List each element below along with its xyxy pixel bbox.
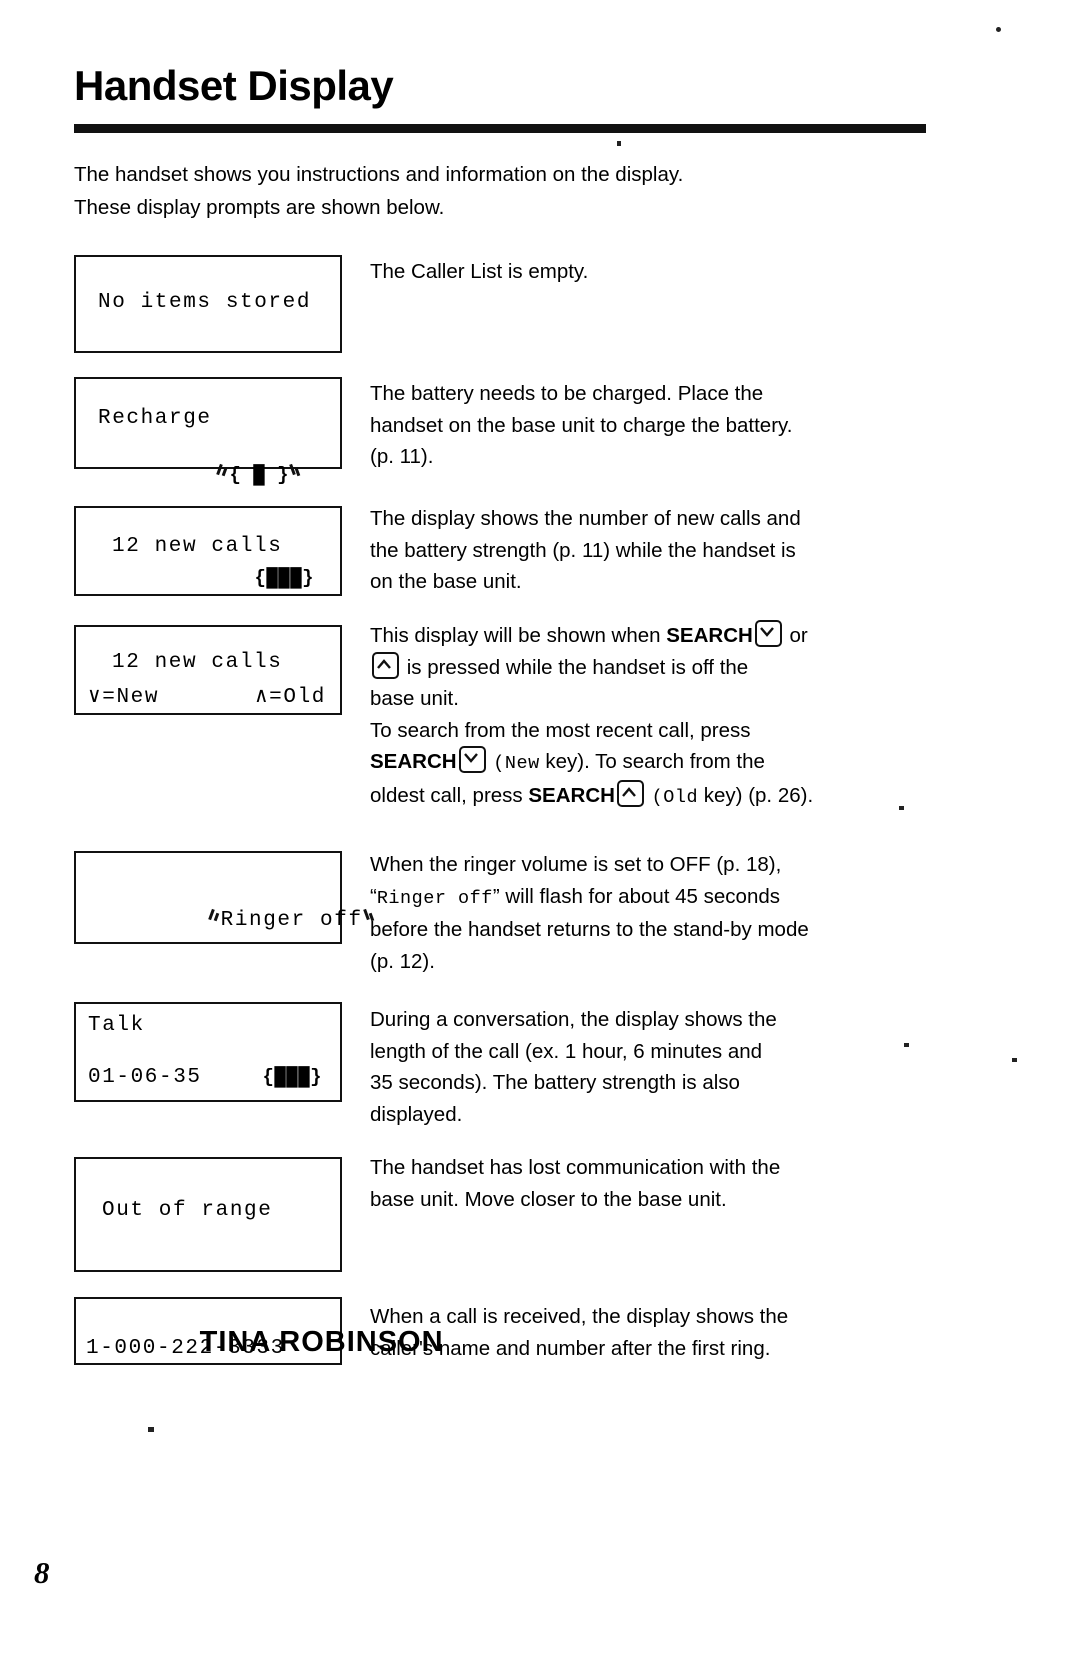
description-line: length of the call (ex. 1 hour, 6 minute… xyxy=(370,1039,763,1063)
prompt-description-new-calls-on-base: The display shows the number of new call… xyxy=(370,503,970,598)
scan-speck xyxy=(1012,1058,1017,1062)
lcd-display-new-calls-on-base: 12 new calls {███} xyxy=(74,506,342,596)
lcd-display-caller-id: TINA ROBINSON 1-000-222-3333 xyxy=(74,1297,443,1365)
lcd-soft-key-old: ∧=Old xyxy=(254,686,326,709)
flash-tick-right-icon xyxy=(289,463,302,479)
down-chevron-key-icon xyxy=(458,746,486,773)
up-chevron-key-icon xyxy=(616,779,644,807)
prompt-description-caller-id: When a call is received, the display sho… xyxy=(370,1301,970,1364)
description-text: “ xyxy=(370,884,377,908)
description-line: During a conversation, the display shows… xyxy=(370,1008,777,1031)
prompt-description-no-items-stored: The Caller List is empty. xyxy=(370,256,970,288)
description-line: (p. 11). xyxy=(370,445,434,468)
intro-line-1: The handset shows you instructions and i… xyxy=(74,163,684,186)
description-line: When the ringer volume is set to OFF (p.… xyxy=(370,853,782,876)
lcd-line-secondary: 01-06-35 {███} xyxy=(76,1066,340,1089)
description-line: The display shows the number of new call… xyxy=(370,507,801,530)
description-line: caller's name and number after the first… xyxy=(370,1336,771,1360)
description-text: oldest call, press xyxy=(370,783,529,807)
description-line: on the base unit. xyxy=(370,570,522,593)
scan-speck xyxy=(148,1427,154,1432)
lcd-battery-indicator-flashing: { █ } xyxy=(76,441,340,510)
prompt-description-recharge: The battery needs to be charged. Place t… xyxy=(370,378,970,473)
description-line: displayed. xyxy=(370,1102,463,1126)
old-key-label: (Old xyxy=(651,786,699,808)
lcd-line-primary: Talk xyxy=(88,1014,145,1037)
description-line: “Ringer off” will flash for about 45 sec… xyxy=(370,881,970,915)
description-text: This display will be shown when xyxy=(370,624,667,647)
description-line: When a call is received, the display sho… xyxy=(370,1305,789,1328)
lcd-line-primary: 12 new calls xyxy=(112,535,283,558)
description-line: The battery needs to be charged. Place t… xyxy=(370,382,764,405)
page-title: Handset Display xyxy=(74,62,394,109)
intro-line-2: These display prompts are shown below. xyxy=(74,196,445,219)
description-text: ” will flash for about 45 seconds xyxy=(492,884,781,908)
manual-page: Handset Display The handset shows you in… xyxy=(0,0,1080,1678)
call-duration: 01-06-35 xyxy=(88,1066,202,1089)
scan-speck xyxy=(996,27,1001,32)
description-line: This display will be shown when SEARCH o… xyxy=(370,620,970,652)
lcd-line-primary: Out of range xyxy=(102,1199,273,1222)
lcd-display-talk: Talk 01-06-35 {███} xyxy=(74,1002,342,1102)
prompt-description-new-calls-search: This display will be shown when SEARCH o… xyxy=(370,620,970,813)
scan-speck xyxy=(617,141,621,146)
lcd-line-secondary: ∨=New ∧=Old xyxy=(76,683,340,709)
description-line: base unit. Move closer to the base unit. xyxy=(370,1187,727,1211)
lcd-line-primary: Recharge xyxy=(98,407,212,430)
description-line: handset on the base unit to charge the b… xyxy=(370,413,793,437)
description-line: To search from the most recent call, pre… xyxy=(370,718,751,742)
prompt-description-out-of-range: The handset has lost communication with … xyxy=(370,1152,970,1215)
description-line: before the handset returns to the stand-… xyxy=(370,918,809,941)
prompt-description-talk: During a conversation, the display shows… xyxy=(370,1004,970,1130)
description-text: or xyxy=(783,624,808,647)
flash-tick-left-icon xyxy=(207,908,221,924)
lcd-caller-number: 1-000-222-3333 xyxy=(86,1337,285,1360)
search-label: SEARCH xyxy=(370,750,457,773)
lcd-display-new-calls-search: 12 new calls ∨=New ∧=Old xyxy=(74,625,342,715)
description-line: 35 seconds). The battery strength is als… xyxy=(370,1071,740,1094)
search-label: SEARCH xyxy=(666,624,753,647)
lcd-display-out-of-range: Out of range xyxy=(74,1157,342,1272)
description-line: base unit. xyxy=(370,687,459,710)
description-line: (p. 12). xyxy=(370,949,435,973)
lcd-display-recharge: Recharge { █ } xyxy=(74,377,342,486)
description-line: The handset has lost communication with … xyxy=(370,1156,781,1179)
down-chevron-key-icon xyxy=(754,620,782,647)
lcd-display-ringer-off: Ringer off xyxy=(74,851,374,944)
lcd-battery-indicator: {███} xyxy=(262,1066,322,1088)
scan-speck xyxy=(904,1043,909,1047)
prompt-description-ringer-off: When the ringer volume is set to OFF (p.… xyxy=(370,849,970,977)
up-chevron-key-icon xyxy=(372,651,399,679)
lcd-line-primary: No items stored xyxy=(98,291,312,314)
ringer-off-literal: Ringer off xyxy=(376,887,493,909)
flash-tick-left-icon xyxy=(216,463,229,479)
lcd-text: Ringer off xyxy=(220,909,363,932)
page-number: 8 xyxy=(34,1555,50,1590)
lcd-soft-key-new: ∨=New xyxy=(88,686,160,709)
intro-paragraph: The handset shows you instructions and i… xyxy=(74,158,934,224)
lcd-line-primary: 12 new calls xyxy=(112,651,283,674)
battery-glyph: { █ } xyxy=(229,464,289,486)
description-text: is pressed while the handset is off the xyxy=(401,655,749,679)
lcd-display-no-items-stored: No items stored xyxy=(74,255,342,353)
new-key-label: (New xyxy=(493,753,540,774)
description-line: oldest call, press SEARCH (Old key) (p. … xyxy=(370,779,970,814)
title-underline-rule xyxy=(74,124,926,133)
scan-speck xyxy=(899,806,904,810)
description-line: The Caller List is empty. xyxy=(370,260,589,283)
lcd-line-primary-flashing: Ringer off xyxy=(76,886,374,955)
description-line: SEARCH (New key). To search from the xyxy=(370,746,970,780)
lcd-battery-indicator: {███} xyxy=(254,567,314,589)
description-line: the battery strength (p. 11) while the h… xyxy=(370,538,796,562)
description-line: is pressed while the handset is off the xyxy=(370,651,970,684)
description-text: key). To search from the xyxy=(539,750,765,773)
search-label: SEARCH xyxy=(528,783,615,807)
description-text: key) (p. 26). xyxy=(698,783,814,807)
